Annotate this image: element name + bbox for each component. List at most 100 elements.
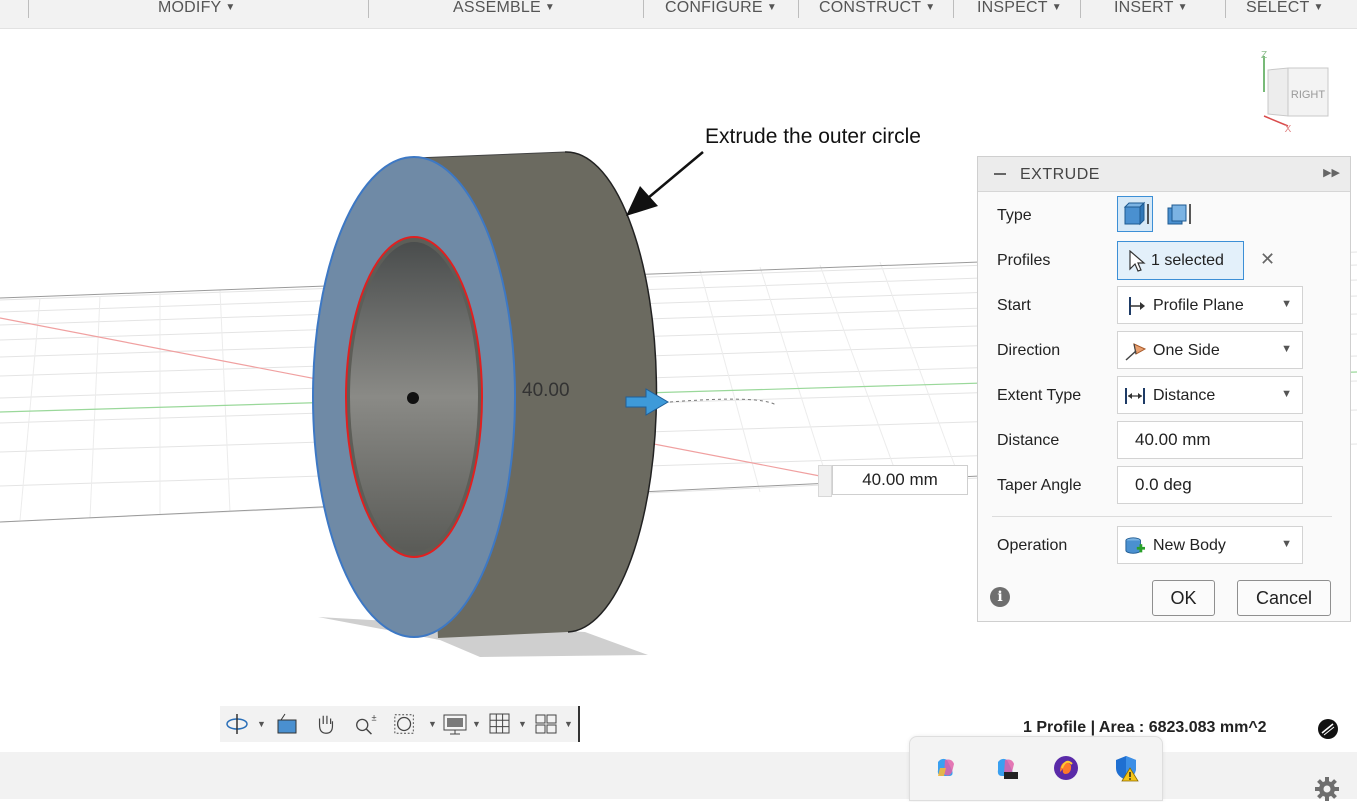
- taper-angle-label: Taper Angle: [997, 477, 1082, 494]
- caret-down-icon: ▼: [544, 2, 555, 13]
- profiles-selection-button[interactable]: 1 selected: [1117, 241, 1244, 280]
- caret-down-icon[interactable]: ▼: [257, 719, 266, 729]
- direction-value: One Side: [1153, 342, 1220, 359]
- toolbar-divider: [368, 0, 369, 18]
- profile-plane-icon: [1129, 297, 1145, 315]
- toolbar-divider: [28, 0, 29, 18]
- menu-assemble[interactable]: ASSEMBLE ▼: [453, 0, 555, 16]
- direction-label: Direction: [997, 342, 1061, 359]
- annotation-text: Extrude the outer circle: [705, 125, 921, 148]
- cursor-arrow-icon: [1129, 250, 1146, 272]
- caret-down-icon: ▼: [1313, 2, 1324, 13]
- caret-down-icon[interactable]: ▼: [472, 719, 481, 729]
- caret-down-icon[interactable]: ▼: [564, 719, 573, 729]
- panel-header: EXTRUDE ▶▶: [978, 157, 1350, 192]
- operation-label: Operation: [997, 537, 1068, 554]
- chevron-down-icon: ▼: [1281, 343, 1292, 355]
- navigation-toolbar: ▼ ± ▼ ▼ ▼ ▼: [220, 706, 580, 742]
- type-thin-button[interactable]: [1164, 200, 1194, 230]
- extrude-panel: EXTRUDE ▶▶ Type Profiles 1 selected ✕ St…: [977, 156, 1351, 622]
- pan-hand-icon[interactable]: [313, 712, 339, 736]
- toolbar-divider: [1080, 0, 1081, 18]
- caret-down-icon: ▼: [925, 2, 936, 13]
- caret-down-icon[interactable]: ▼: [428, 719, 437, 729]
- menu-select[interactable]: SELECT ▼: [1246, 0, 1324, 16]
- pen-mode-icon[interactable]: [1317, 718, 1339, 740]
- toolbar-divider: [953, 0, 954, 18]
- caret-down-icon: ▼: [225, 2, 236, 13]
- new-body-icon: [1125, 537, 1145, 554]
- cube-front-face[interactable]: [1267, 67, 1289, 117]
- menu-inspect[interactable]: INSPECT ▼: [977, 0, 1062, 16]
- axis-z-label: Z: [1261, 50, 1267, 61]
- menu-insert[interactable]: INSERT ▼: [1114, 0, 1188, 16]
- toolbar-divider: [643, 0, 644, 18]
- start-dropdown[interactable]: Profile Plane ▼: [1117, 286, 1303, 324]
- menu-configure[interactable]: CONFIGURE ▼: [665, 0, 777, 16]
- distance-input-inline[interactable]: 40.00 mm: [832, 465, 968, 495]
- view-cube[interactable]: RIGHT Z X: [1248, 46, 1344, 136]
- zoom-icon[interactable]: ±: [352, 712, 378, 736]
- chevron-down-icon: ▼: [1281, 388, 1292, 400]
- panel-divider: [992, 516, 1332, 517]
- dimension-label: 40.00: [522, 380, 570, 401]
- toolbar-divider: [1225, 0, 1226, 18]
- cancel-button[interactable]: Cancel: [1237, 580, 1331, 616]
- caret-down-icon[interactable]: ▼: [518, 719, 527, 729]
- extent-type-dropdown[interactable]: Distance ▼: [1117, 376, 1303, 414]
- direction-dropdown[interactable]: One Side ▼: [1117, 331, 1303, 369]
- caret-down-icon: ▼: [1177, 2, 1188, 13]
- operation-dropdown[interactable]: New Body ▼: [1117, 526, 1303, 564]
- start-label: Start: [997, 297, 1031, 314]
- one-side-icon: [1125, 343, 1146, 361]
- distance-icon: [1125, 388, 1145, 404]
- top-toolbar: MODIFY ▼ ASSEMBLE ▼ CONFIGURE ▼ CONSTRUCT ▼ …: [0, 0, 1357, 29]
- m365-copilot-icon[interactable]: [992, 754, 1020, 782]
- caret-down-icon: ▼: [1051, 2, 1062, 13]
- fit-view-icon[interactable]: [392, 712, 418, 736]
- selection-status: 1 Profile | Area : 6823.083 mm^2: [1023, 719, 1267, 736]
- solid-extrude-icon: [1124, 206, 1141, 225]
- center-point: [407, 392, 419, 404]
- extent-type-value: Distance: [1153, 387, 1216, 404]
- annotation-arrow-line: [647, 151, 704, 199]
- panel-title: EXTRUDE: [1020, 166, 1100, 183]
- orbit-icon[interactable]: [225, 712, 249, 736]
- cube-right-label: RIGHT: [1291, 89, 1326, 101]
- type-label: Type: [997, 207, 1032, 224]
- toolbar-divider: [798, 0, 799, 18]
- clear-selection-icon[interactable]: ✕: [1260, 249, 1275, 270]
- look-at-icon[interactable]: [275, 712, 299, 736]
- chevron-down-icon: ▼: [1281, 298, 1292, 310]
- taskbar-overflow-popup: [909, 736, 1163, 801]
- svg-text:±: ±: [371, 712, 376, 722]
- viewports-icon[interactable]: [534, 712, 558, 736]
- profiles-label: Profiles: [997, 252, 1051, 269]
- gear-icon[interactable]: [1314, 776, 1340, 802]
- drag-grip[interactable]: [818, 465, 832, 497]
- extent-type-label: Extent Type: [997, 387, 1082, 404]
- display-settings-icon[interactable]: [442, 712, 468, 736]
- profiles-value: 1 selected: [1151, 252, 1224, 269]
- annotation-arrowhead: [626, 186, 658, 216]
- copilot-icon[interactable]: [932, 754, 960, 782]
- menu-modify[interactable]: MODIFY ▼: [158, 0, 236, 16]
- grid-settings-icon[interactable]: [488, 712, 512, 736]
- distance-label: Distance: [997, 432, 1060, 449]
- collapse-icon[interactable]: [994, 173, 1006, 175]
- type-solid-button[interactable]: [1117, 196, 1153, 232]
- taper-angle-input[interactable]: 0.0 deg: [1117, 466, 1303, 504]
- distance-input[interactable]: 40.00 mm: [1117, 421, 1303, 459]
- firefox-like-icon[interactable]: [1052, 754, 1080, 782]
- more-options-icon[interactable]: ⋮: [969, 463, 987, 481]
- start-value: Profile Plane: [1153, 297, 1244, 314]
- caret-down-icon: ▼: [766, 2, 777, 13]
- menu-construct[interactable]: CONSTRUCT ▼: [819, 0, 935, 16]
- dimension-input-box: 40.00 mm ⋮: [818, 463, 987, 497]
- operation-value: New Body: [1153, 537, 1226, 554]
- ok-button[interactable]: OK: [1152, 580, 1215, 616]
- axis-x-label: X: [1285, 124, 1292, 135]
- expand-icon[interactable]: ▶▶: [1323, 166, 1340, 179]
- info-icon[interactable]: i: [990, 587, 1010, 607]
- defender-warning-icon[interactable]: [1112, 754, 1140, 782]
